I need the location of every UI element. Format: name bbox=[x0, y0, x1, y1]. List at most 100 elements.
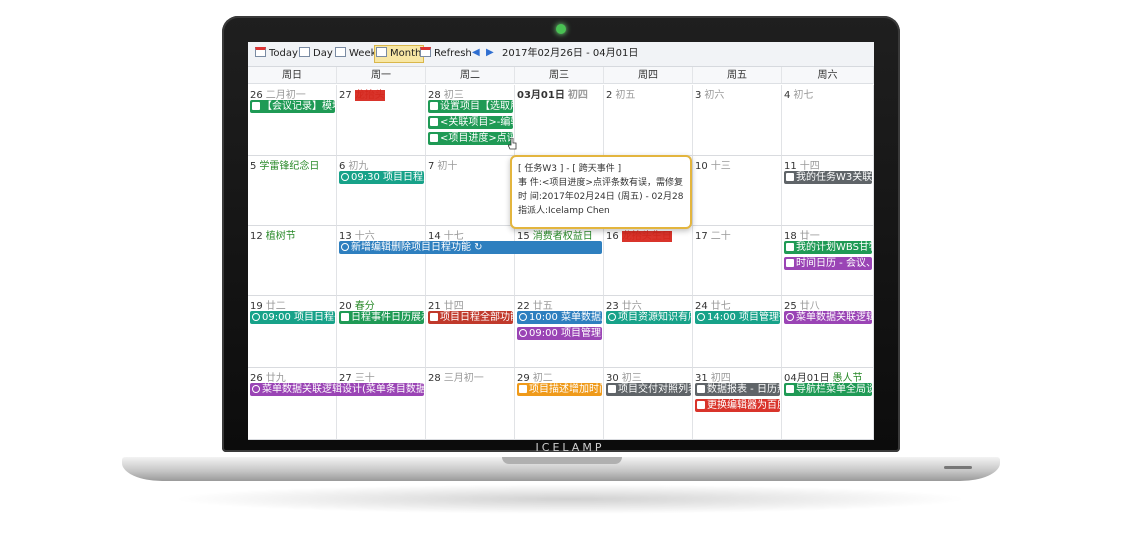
day-cell[interactable]: 10 十三 bbox=[693, 156, 782, 226]
calendar-today-icon bbox=[255, 47, 266, 57]
calendar-event[interactable]: 更换编辑器为百度 bbox=[695, 399, 780, 412]
event-title: 项目交付对照列表 bbox=[618, 384, 691, 395]
clock-icon bbox=[608, 313, 616, 321]
day-cell[interactable]: 3 初六 bbox=[693, 85, 782, 156]
calendar-event[interactable]: 时间日历 - 会议、 bbox=[784, 257, 872, 270]
refresh-button[interactable]: Refresh bbox=[419, 46, 474, 62]
clock-icon bbox=[519, 313, 527, 321]
calendar-event[interactable]: 09:30 项目日程对 bbox=[339, 171, 424, 184]
day-cell[interactable]: 23 廿六 bbox=[604, 296, 693, 368]
tooltip-event: 事 件:<项目进度>点评条数有误，需修复 bbox=[518, 178, 683, 188]
day-cell[interactable]: 27 三十 bbox=[337, 368, 426, 440]
calendar-event[interactable]: 数据报表 - 日历热 bbox=[695, 383, 780, 396]
day-cell[interactable]: 11 十四 bbox=[782, 156, 874, 226]
day-number: 5 学雷锋纪念日 bbox=[250, 157, 319, 172]
calendar-event[interactable]: 09:00 项目日程列 bbox=[250, 311, 335, 324]
day-cell[interactable]: 5 学雷锋纪念日 bbox=[248, 156, 337, 226]
calendar-event[interactable]: 菜单数据关联逻辑 bbox=[784, 311, 872, 324]
day-cell[interactable]: 03月01日 初四 bbox=[515, 85, 604, 156]
calendar-event[interactable]: 项目交付对照列表 bbox=[606, 383, 691, 396]
day-number: 6 初九 bbox=[339, 157, 368, 172]
day-number: 24 廿七 bbox=[695, 297, 731, 312]
calendar-event[interactable]: 项目资源知识有序 bbox=[606, 311, 691, 324]
calendar-event[interactable]: 【会议记录】模块 bbox=[250, 100, 335, 113]
day-number-text: 03月01日 bbox=[517, 90, 565, 101]
day-cell[interactable]: 14 十七 bbox=[426, 226, 515, 296]
day-cell[interactable]: 04月01日 愚人节 bbox=[782, 368, 874, 440]
month-view-icon bbox=[376, 47, 387, 57]
day-number: 17 二十 bbox=[695, 227, 731, 242]
day-cell[interactable]: 26 二月初一 bbox=[248, 85, 337, 156]
day-cell[interactable]: 2 初五 bbox=[604, 85, 693, 156]
calendar-event[interactable]: 项目描述增加时间 bbox=[517, 383, 602, 396]
day-cell[interactable]: 25 廿八 bbox=[782, 296, 874, 368]
calendar-event[interactable]: 导航栏菜单全局谈 bbox=[784, 383, 872, 396]
day-number-text: 16 bbox=[606, 231, 619, 242]
day-cell[interactable]: 13 十六 bbox=[337, 226, 426, 296]
day-cell[interactable]: 12 植树节 bbox=[248, 226, 337, 296]
event-title: 10:00 菜单数据库 bbox=[529, 312, 602, 323]
day-cell[interactable]: 6 初九 bbox=[337, 156, 426, 226]
day-cell[interactable]: 29 初二 bbox=[515, 368, 604, 440]
day-number: 31 初四 bbox=[695, 369, 731, 384]
month-view-button[interactable]: Month bbox=[374, 45, 425, 63]
day-cell[interactable]: 27 龙抬头 bbox=[337, 85, 426, 156]
chevron-right-icon[interactable]: ▶ bbox=[486, 47, 494, 58]
day-number: 4 初七 bbox=[784, 86, 813, 101]
event-title: 项目资源知识有序 bbox=[618, 312, 691, 323]
calendar-event[interactable]: 14:00 项目管理微 bbox=[695, 311, 780, 324]
day-number: 7 初十 bbox=[428, 157, 457, 172]
day-number: 10 十三 bbox=[695, 157, 731, 172]
day-view-button[interactable]: Day bbox=[298, 46, 335, 62]
date-range: 2017年02月26日 - 04月01日 bbox=[502, 48, 639, 59]
day-cell[interactable]: 30 初三 bbox=[604, 368, 693, 440]
refresh-icon bbox=[420, 47, 431, 57]
day-number: 28 三月初一 bbox=[428, 369, 484, 384]
event-title: <关联项目>-编辑项 bbox=[440, 117, 513, 128]
week-row: 26 廿九 27 三十 28 三月初一 29 初二 30 初三 31 初四 04月01日 愚人节 菜单数据关… bbox=[248, 368, 874, 440]
day-cell[interactable]: 24 廿七 bbox=[693, 296, 782, 368]
day-cell[interactable]: 20 春分 bbox=[337, 296, 426, 368]
chevron-left-icon[interactable]: ◀ bbox=[472, 47, 480, 58]
day-cell[interactable]: 7 初十 bbox=[426, 156, 515, 226]
calendar-event[interactable]: 我的任务W3关联 bbox=[784, 171, 872, 184]
day-cell[interactable]: 19 廿二 bbox=[248, 296, 337, 368]
calendar-event[interactable]: 日程事件日历展示 bbox=[339, 311, 424, 324]
day-cell[interactable]: 16 龙抬头生日 bbox=[604, 226, 693, 296]
day-number: 13 十六 bbox=[339, 227, 375, 242]
day-number: 03月01日 初四 bbox=[517, 86, 588, 101]
day-number-text: 28 bbox=[428, 373, 441, 384]
day-cell[interactable]: 21 廿四 bbox=[426, 296, 515, 368]
calendar-screen: Today Day Week Month Refresh ◀ ▶ 2017年02… bbox=[248, 42, 874, 440]
calendar-event[interactable]: 10:00 菜单数据库 bbox=[517, 311, 602, 324]
event-title: 14:00 项目管理微 bbox=[707, 312, 780, 323]
today-button[interactable]: Today bbox=[254, 46, 300, 62]
calendar-event[interactable]: 项目日程全部功能 bbox=[428, 311, 513, 324]
festival-label: 龙抬头生日 bbox=[621, 231, 672, 242]
checkbox-icon bbox=[252, 102, 260, 110]
calendar-event[interactable]: 09:00 项目管理系 bbox=[517, 327, 602, 340]
checkbox-icon bbox=[430, 134, 438, 142]
calendar-event[interactable]: 新增编辑删除项目日程功能 ↻ bbox=[339, 241, 602, 254]
day-cell[interactable]: 15 消费者权益日 bbox=[515, 226, 604, 296]
day-cell[interactable]: 26 廿九 bbox=[248, 368, 337, 440]
laptop-brand: ICELAMP bbox=[535, 441, 605, 454]
calendar-toolbar: Today Day Week Month Refresh ◀ ▶ 2017年02… bbox=[248, 42, 874, 67]
day-cell[interactable]: 28 三月初一 bbox=[426, 368, 515, 440]
checkbox-icon bbox=[430, 313, 438, 321]
weekday-header-cell: 周二 bbox=[426, 67, 515, 84]
calendar-event[interactable]: 我的计划WBS甘特 bbox=[784, 241, 872, 254]
calendar-event[interactable]: 菜单数据关联逻辑设计(菜单条目数据) bbox=[250, 383, 424, 396]
day-cell[interactable]: 4 初七 bbox=[782, 85, 874, 156]
week-view-icon bbox=[335, 47, 346, 57]
week-view-button[interactable]: Week bbox=[334, 46, 378, 62]
day-number: 11 十四 bbox=[784, 157, 820, 172]
calendar-event[interactable]: <项目进度>点评条 bbox=[428, 132, 513, 145]
calendar-event[interactable]: 设置项目【选取用 bbox=[428, 100, 513, 113]
lunar-date: 十三 bbox=[710, 161, 731, 172]
event-title: 设置项目【选取用 bbox=[440, 101, 513, 112]
event-title: 时间日历 - 会议、 bbox=[796, 258, 872, 269]
clock-icon bbox=[252, 313, 260, 321]
day-cell[interactable]: 17 二十 bbox=[693, 226, 782, 296]
calendar-event[interactable]: <关联项目>-编辑项 bbox=[428, 116, 513, 129]
